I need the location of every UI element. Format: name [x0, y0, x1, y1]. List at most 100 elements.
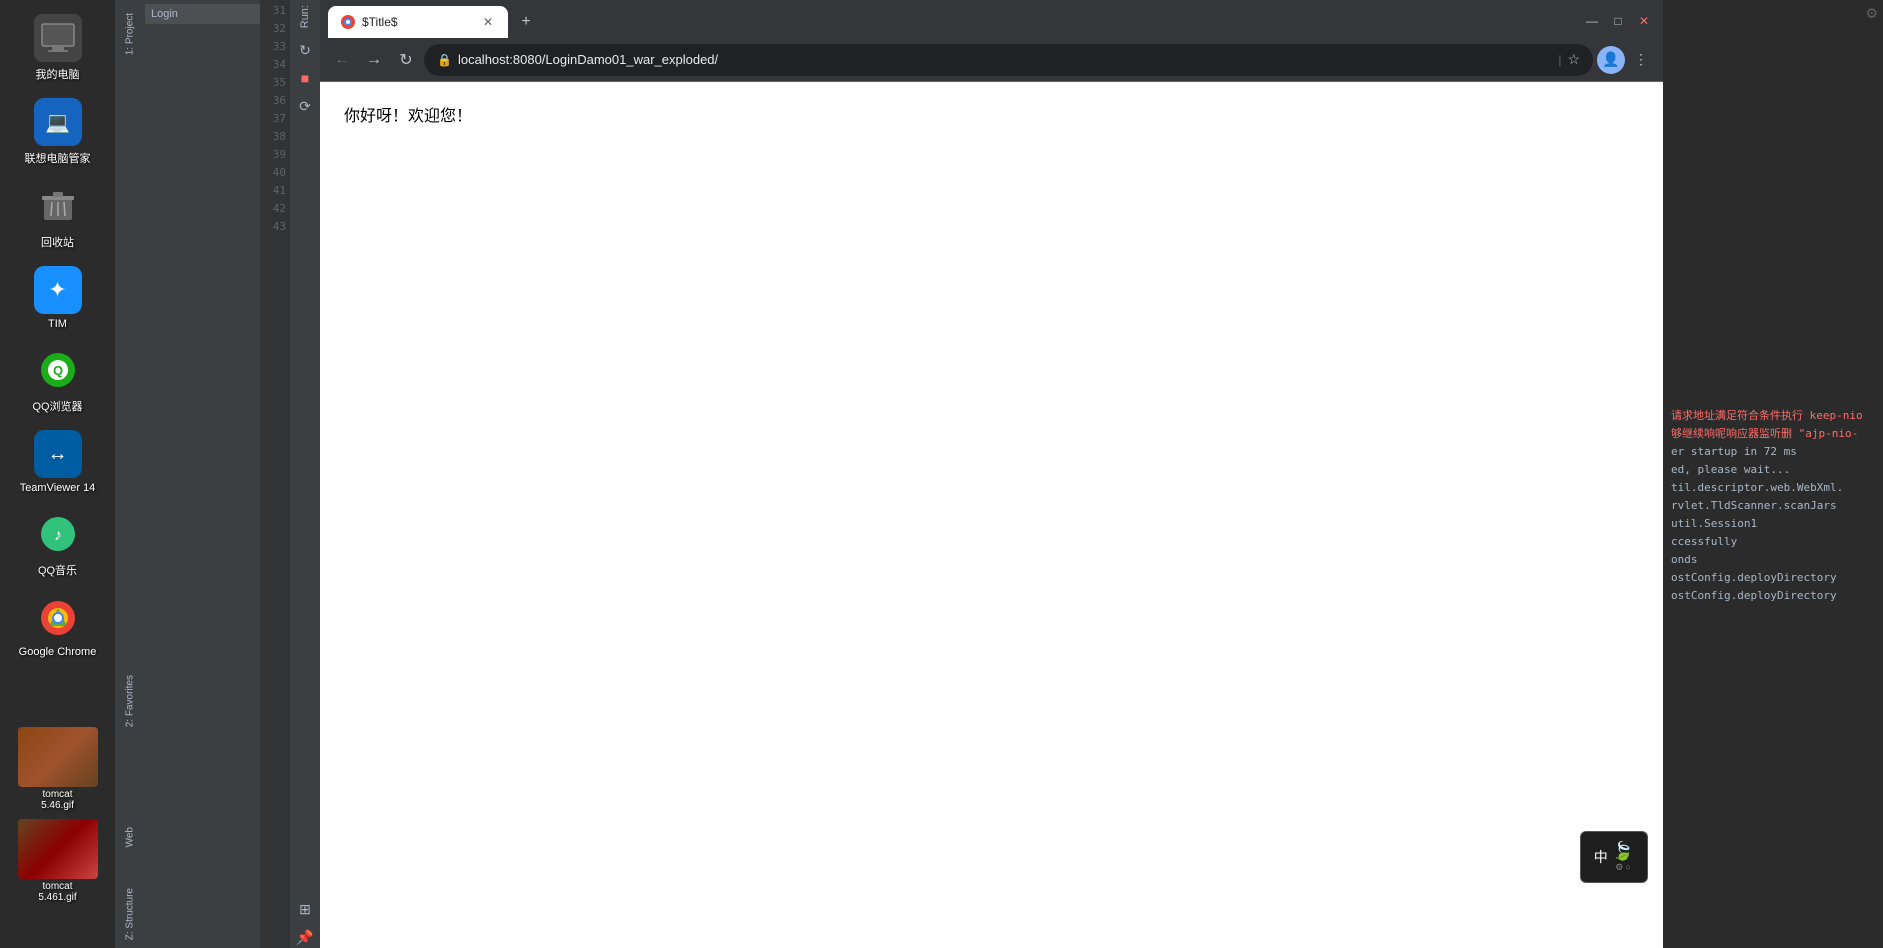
console-output: 请求地址满足符合条件执行 keep-nio 够继续响呢响应器监听删 "ajp-n…: [1663, 400, 1883, 948]
console-line-9: onds: [1671, 552, 1875, 568]
line-42: 42: [260, 200, 290, 218]
tim-icon-img: ✦: [34, 266, 82, 314]
file-label-tomcat2: tomcat5.461.gif: [38, 881, 76, 903]
tab-close-btn[interactable]: ✕: [480, 14, 496, 30]
svg-text:Q: Q: [52, 363, 62, 378]
console-line-2: 够继续响呢响应器监听删 "ajp-nio-: [1671, 426, 1875, 442]
desktop-icon-label-qqbrowser: QQ浏览器: [32, 398, 82, 414]
toolbar-right: 👤 ⋮: [1597, 46, 1655, 74]
run-pin-btn[interactable]: 📌: [294, 926, 316, 948]
desktop-icon-label-qqmusic: QQ音乐: [38, 562, 77, 578]
console-line-11: ostConfig.deployDirectory: [1671, 588, 1875, 604]
page-greeting-text: 你好呀！欢迎您！: [344, 102, 1639, 126]
file-label-tomcat1: tomcat5.46.gif: [41, 789, 74, 811]
file-thumb-tomcat1: [18, 727, 98, 787]
desktop-icon-recycle[interactable]: 回收站: [13, 178, 103, 254]
file-item-tomcat1[interactable]: tomcat5.46.gif: [18, 727, 98, 811]
svg-text:♪: ♪: [54, 527, 62, 544]
window-minimize-btn[interactable]: —: [1581, 10, 1603, 32]
line-41: 41: [260, 182, 290, 200]
ide-line-numbers: 31 32 33 34 35 36 37 38 39 40 41 42 43: [260, 0, 290, 948]
chrome-menu-btn[interactable]: ⋮: [1627, 46, 1655, 74]
desktop-icon-label-recycle: 回收站: [41, 234, 74, 250]
desktop-icon-desktop[interactable]: 我的电脑: [13, 10, 103, 86]
input-method-settings-icon: ⚙: [1615, 862, 1623, 873]
window-controls: — □ ✕: [1581, 10, 1655, 32]
line-36: 36: [260, 92, 290, 110]
chrome-window: $Title$ ✕ + — □ ✕ ← → ↻ 🔒 localhost:8080…: [320, 0, 1663, 948]
teamviewer-icon-img: ↔: [34, 430, 82, 478]
file-item-tomcat2[interactable]: tomcat5.461.gif: [18, 819, 98, 903]
desktop-area: 我的电脑 💻 联想电脑管家 回收站 ✦ TIM: [0, 0, 115, 948]
console-line-4: ed, please wait...: [1671, 462, 1875, 478]
chrome-icon-img: [34, 594, 82, 642]
desktop-icon-tim[interactable]: ✦ TIM: [13, 262, 103, 334]
main-area: $Title$ ✕ + — □ ✕ ← → ↻ 🔒 localhost:8080…: [320, 0, 1663, 948]
line-33: 33: [260, 38, 290, 56]
line-35: 35: [260, 74, 290, 92]
desktop-icon-label-desktop: 我的电脑: [36, 66, 80, 82]
chrome-tab-active[interactable]: $Title$ ✕: [328, 6, 508, 38]
new-tab-btn[interactable]: +: [512, 8, 540, 36]
nav-back-btn[interactable]: ←: [328, 46, 356, 74]
line-38: 38: [260, 128, 290, 146]
ide-right-top: ⚙: [1663, 0, 1883, 400]
line-32: 32: [260, 20, 290, 38]
run-threads-btn[interactable]: ⊞: [294, 898, 316, 920]
desktop-icon-pcmanager[interactable]: 💻 联想电脑管家: [13, 94, 103, 170]
desktop-icon-label-teamviewer: TeamViewer 14: [20, 482, 96, 494]
file-thumb-tomcat2: [18, 819, 98, 879]
run-panel: Run: ↻ ■ ⟳ ⊞ 📌: [290, 0, 320, 948]
profile-btn[interactable]: 👤: [1597, 46, 1625, 74]
desktop-icon-qqbrowser[interactable]: Q QQ浏览器: [13, 342, 103, 418]
run-stop-btn[interactable]: ■: [294, 67, 316, 89]
settings-icon[interactable]: ⚙: [1865, 5, 1878, 22]
input-method-power-icon: ○: [1625, 862, 1630, 873]
console-line-3: er startup in 72 ms: [1671, 444, 1875, 460]
nav-forward-btn[interactable]: →: [360, 46, 388, 74]
ide-file-tree: Login: [145, 0, 260, 948]
ide-login-item[interactable]: Login: [145, 4, 260, 24]
run-panel-label: Run:: [299, 5, 311, 28]
address-bar[interactable]: 🔒 localhost:8080/LoginDamo01_war_explode…: [424, 44, 1593, 76]
lock-icon: 🔒: [437, 53, 452, 67]
line-43: 43: [260, 218, 290, 236]
line-39: 39: [260, 146, 290, 164]
desktop-icon-chrome[interactable]: Google Chrome: [13, 590, 103, 662]
tab-structure[interactable]: Z: Structure: [116, 880, 144, 948]
console-line-8: ccessfully: [1671, 534, 1875, 550]
nav-reload-btn[interactable]: ↻: [392, 46, 420, 74]
desktop-icon-teamviewer[interactable]: ↔ TeamViewer 14: [13, 426, 103, 498]
qqmusic-icon-img: ♪: [34, 510, 82, 558]
run-reload-btn[interactable]: ⟳: [294, 95, 316, 117]
tab-web[interactable]: Web: [116, 819, 144, 855]
console-line-5: til.descriptor.web.WebXml.: [1671, 480, 1875, 496]
console-line-1: 请求地址满足符合条件执行 keep-nio: [1671, 408, 1875, 424]
line-40: 40: [260, 164, 290, 182]
ide-left-panel: 1: Project 2: Favorites Web Z: Structure…: [115, 0, 320, 948]
line-31: 31: [260, 2, 290, 20]
chrome-toolbar: ← → ↻ 🔒 localhost:8080/LoginDamo01_war_e…: [320, 38, 1663, 82]
ide-right-panel: ⚙ 请求地址满足符合条件执行 keep-nio 够继续响呢响应器监听删 "ajp…: [1663, 0, 1883, 948]
input-method-text: 中: [1594, 847, 1608, 867]
tab-favorites[interactable]: 2: Favorites: [116, 667, 144, 735]
desktop-icon-label-chrome: Google Chrome: [19, 646, 97, 658]
ide-sidebar-tabs: 1: Project 2: Favorites Web Z: Structure: [115, 0, 145, 948]
pcmanager-icon-img: 💻: [34, 98, 82, 146]
window-maximize-btn[interactable]: □: [1607, 10, 1629, 32]
bookmark-star-icon[interactable]: ☆: [1567, 51, 1580, 68]
tab-title: $Title$: [362, 15, 474, 29]
line-34: 34: [260, 56, 290, 74]
window-close-btn[interactable]: ✕: [1633, 10, 1655, 32]
input-method-leaf-icon: 🍃: [1612, 841, 1634, 862]
desktop-icon-label-tim: TIM: [48, 318, 67, 330]
console-line-6: rvlet.TldScanner.scanJars: [1671, 498, 1875, 514]
qqbrowser-icon-img: Q: [34, 346, 82, 394]
console-line-7: util.Session1: [1671, 516, 1875, 532]
desktop-icon-qqmusic[interactable]: ♪ QQ音乐: [13, 506, 103, 582]
line-37: 37: [260, 110, 290, 128]
tab-project[interactable]: 1: Project: [116, 5, 144, 63]
desktop-icon-img: [34, 14, 82, 62]
run-restart-btn[interactable]: ↻: [294, 39, 316, 61]
url-text: localhost:8080/LoginDamo01_war_exploded/: [458, 52, 1548, 67]
